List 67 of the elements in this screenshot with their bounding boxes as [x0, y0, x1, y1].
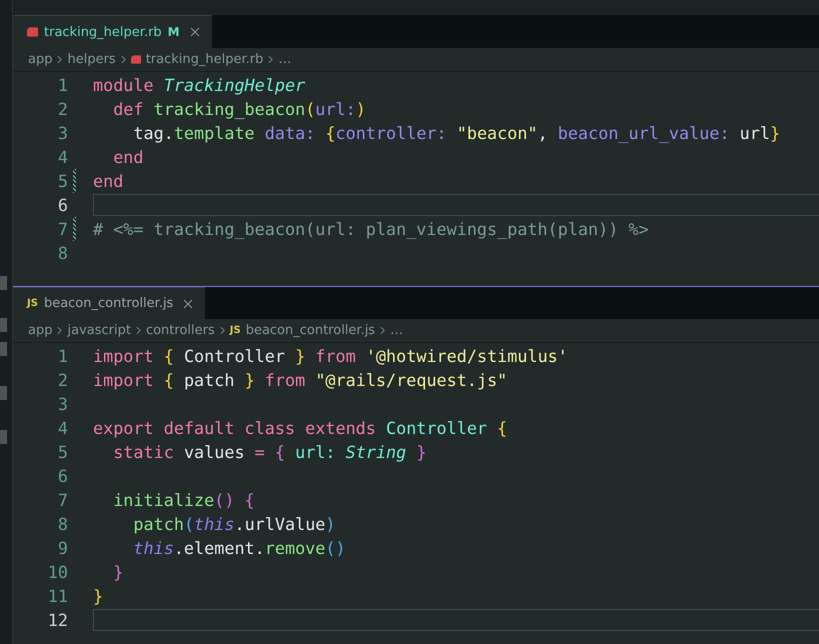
breadcrumb-item[interactable]: beacon_controller.js [246, 323, 376, 338]
breadcrumb-item[interactable]: controllers [146, 323, 215, 338]
line-number: 3 [56, 123, 68, 143]
line-number: 7 [56, 490, 68, 510]
chevron-right-icon [57, 55, 62, 64]
breadcrumb-item[interactable]: … [278, 52, 292, 67]
code-line: tag.template data: {controller: "beacon", beacon_url_value: url} [132, 123, 780, 143]
breadcrumb-item[interactable]: app [28, 323, 52, 338]
code-line: initialize() { [112, 490, 255, 510]
chevron-right-icon [120, 55, 126, 64]
panel-edge-marker [0, 318, 7, 332]
code-line: end [112, 147, 144, 167]
code-line: import { patch } from "@rails/request.js" [93, 370, 508, 390]
editor-tab[interactable]: tracking_helper.rb M [13, 15, 212, 48]
line-number: 10 [46, 562, 68, 582]
code-line: } [112, 562, 124, 582]
chevron-right-icon [57, 326, 62, 335]
code-line: export default class extends Controller { [93, 418, 508, 438]
editor-tab[interactable]: JS beacon_controller.js [13, 287, 206, 319]
line-number: 6 [56, 195, 68, 215]
line-number: 6 [56, 466, 68, 486]
line-number: 9 [56, 538, 68, 558]
line-number: 7 [56, 219, 68, 239]
code-line: def tracking_beacon(url:) [112, 99, 366, 119]
line-number: 5 [56, 442, 68, 462]
panel-edge-marker [0, 430, 7, 444]
line-number: 2 [56, 99, 68, 119]
chevron-right-icon [136, 326, 141, 335]
line-number: 1 [56, 75, 68, 95]
breadcrumb-item[interactable]: app [28, 52, 52, 67]
close-icon[interactable] [190, 27, 200, 37]
ruby-file-icon [27, 27, 38, 37]
chevron-right-icon [380, 326, 386, 335]
ruby-file-icon [130, 55, 141, 64]
code-line: patch(this.urlValue) [132, 514, 336, 534]
tab-label: beacon_controller.js [44, 296, 174, 311]
code-line: static values = { url: String } [112, 442, 426, 462]
panel-edge-marker [0, 386, 7, 400]
close-icon[interactable] [183, 298, 194, 308]
panel-edge-marker [0, 342, 7, 356]
line-number: 8 [56, 243, 68, 263]
panel-edge-marker [0, 276, 7, 290]
code-line: } [93, 586, 104, 606]
modified-indicator: M [168, 25, 180, 39]
chevron-right-icon [220, 326, 225, 335]
code-line: end [93, 171, 124, 191]
js-file-icon: JS [27, 298, 38, 309]
line-number: 11 [46, 586, 68, 606]
breadcrumb-item[interactable]: javascript [67, 323, 131, 338]
line-number: 3 [56, 394, 68, 414]
js-file-icon: JS [230, 325, 241, 336]
code-line: import { Controller } from '@hotwired/stimulus' [93, 346, 568, 366]
line-number: 4 [56, 418, 68, 438]
line-number: 5 [56, 171, 68, 191]
chevron-right-icon [268, 55, 274, 64]
code-line: # <%= tracking_beacon(url: plan_viewings_path(plan)) %> [93, 219, 649, 239]
code-line: this.element.remove() [132, 538, 346, 558]
breadcrumb-item[interactable]: helpers [67, 52, 116, 67]
code-line: module TrackingHelper [93, 75, 306, 95]
breadcrumb-item[interactable]: … [390, 323, 404, 338]
line-number: 4 [56, 147, 68, 167]
line-number: 2 [56, 370, 68, 390]
line-number: 8 [56, 514, 68, 534]
line-number: 1 [56, 346, 68, 366]
tab-label: tracking_helper.rb [44, 24, 162, 40]
breadcrumb-item[interactable]: tracking_helper.rb [146, 52, 264, 67]
line-number: 12 [46, 610, 68, 630]
